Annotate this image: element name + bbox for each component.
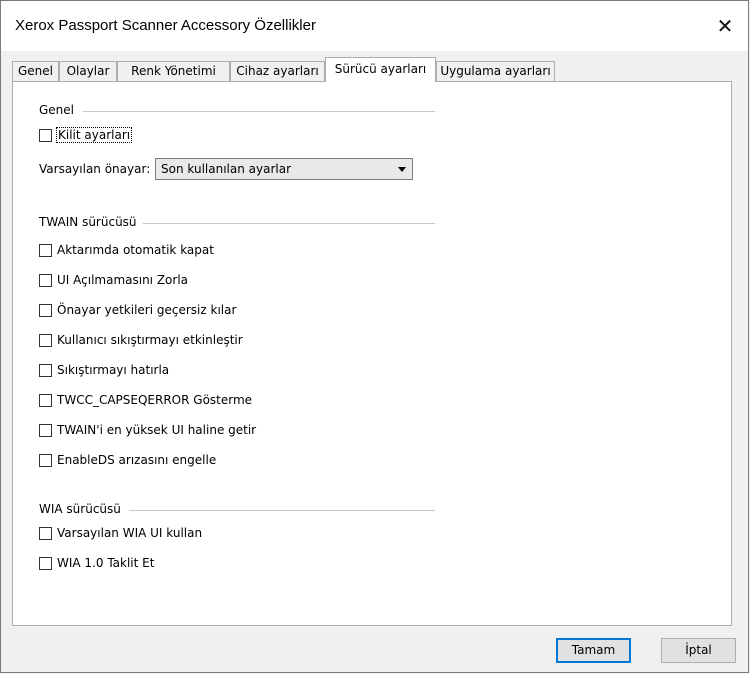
- twain-option-label: Önayar yetkileri geçersiz kılar: [57, 303, 237, 317]
- tab-olaylar[interactable]: Olaylar: [59, 61, 117, 81]
- twain-option-row[interactable]: UI Açılmamasını Zorla: [39, 271, 188, 289]
- lock-settings-label: Kilit ayarları: [55, 127, 133, 143]
- twain-option-label: UI Açılmamasını Zorla: [57, 273, 189, 287]
- twain-option-label: Aktarımda otomatik kapat: [57, 243, 214, 257]
- window-title: Xerox Passport Scanner Accessory Özellik…: [15, 17, 316, 34]
- tab-renk-yonetimi[interactable]: Renk Yönetimi: [117, 61, 230, 81]
- wia-option-checkbox[interactable]: [39, 526, 52, 540]
- wia-option-row[interactable]: WIA 1.0 Taklit Et: [39, 554, 154, 572]
- wia-option-label: Varsayılan WIA UI kullan: [57, 526, 203, 540]
- tab-uygulama-ayarlari[interactable]: Uygulama ayarları: [436, 61, 555, 81]
- general-group-heading: Genel: [39, 103, 75, 117]
- general-group-divider: [83, 111, 435, 112]
- twain-option-checkbox[interactable]: [39, 333, 52, 347]
- twain-option-checkbox[interactable]: [39, 423, 52, 437]
- default-preset-select[interactable]: Son kullanılan ayarlar: [155, 158, 413, 180]
- twain-option-checkbox[interactable]: [39, 363, 52, 377]
- twain-option-label: Sıkıştırmayı hatırla: [57, 363, 170, 377]
- tab-genel[interactable]: Genel: [12, 61, 59, 81]
- twain-option-row[interactable]: TWCC_CAPSEQERROR Gösterme: [39, 391, 252, 409]
- twain-option-row[interactable]: Sıkıştırmayı hatırla: [39, 361, 169, 379]
- twain-group-heading: TWAIN sürücüsü: [39, 215, 137, 229]
- wia-group-heading: WIA sürücüsü: [39, 502, 121, 516]
- twain-option-row[interactable]: EnableDS arızasını engelle: [39, 451, 216, 469]
- lock-settings-checkbox[interactable]: [39, 128, 52, 142]
- default-preset-value: Son kullanılan ayarlar: [161, 162, 291, 176]
- wia-option-label: WIA 1.0 Taklit Et: [57, 556, 155, 570]
- twain-option-row[interactable]: TWAIN'i en yüksek UI haline getir: [39, 421, 256, 439]
- twain-option-checkbox[interactable]: [39, 243, 52, 257]
- twain-option-row[interactable]: Önayar yetkileri geçersiz kılar: [39, 301, 236, 319]
- cancel-button[interactable]: İptal: [661, 638, 736, 663]
- twain-option-checkbox[interactable]: [39, 273, 52, 287]
- driver-settings-panel: Genel Kilit ayarları Varsayılan önayar: …: [12, 81, 732, 626]
- tab-cihaz-ayarlari[interactable]: Cihaz ayarları: [230, 61, 325, 81]
- twain-option-label: Kullanıcı sıkıştırmayı etkinleştir: [57, 333, 243, 347]
- twain-option-row[interactable]: Aktarımda otomatik kapat: [39, 241, 214, 259]
- twain-option-row[interactable]: Kullanıcı sıkıştırmayı etkinleştir: [39, 331, 243, 349]
- wia-group-divider: [129, 510, 435, 511]
- twain-option-checkbox[interactable]: [39, 393, 52, 407]
- wia-option-row[interactable]: Varsayılan WIA UI kullan: [39, 524, 202, 542]
- close-icon[interactable]: ✕: [702, 1, 748, 51]
- twain-option-label: TWCC_CAPSEQERROR Gösterme: [57, 393, 253, 407]
- twain-group-divider: [143, 223, 435, 224]
- lock-settings-row[interactable]: Kilit ayarları: [39, 126, 133, 144]
- ok-button[interactable]: Tamam: [556, 638, 631, 663]
- default-preset-label: Varsayılan önayar:: [39, 162, 151, 176]
- chevron-down-icon: [398, 167, 406, 172]
- twain-option-label: TWAIN'i en yüksek UI haline getir: [57, 423, 257, 437]
- twain-option-checkbox[interactable]: [39, 453, 52, 467]
- twain-option-label: EnableDS arızasını engelle: [57, 453, 217, 467]
- title-bar: Xerox Passport Scanner Accessory Özellik…: [1, 1, 748, 51]
- twain-option-checkbox[interactable]: [39, 303, 52, 317]
- tab-surucu-ayarlari[interactable]: Sürücü ayarları: [325, 57, 436, 82]
- properties-dialog: Xerox Passport Scanner Accessory Özellik…: [0, 0, 749, 673]
- wia-option-checkbox[interactable]: [39, 556, 52, 570]
